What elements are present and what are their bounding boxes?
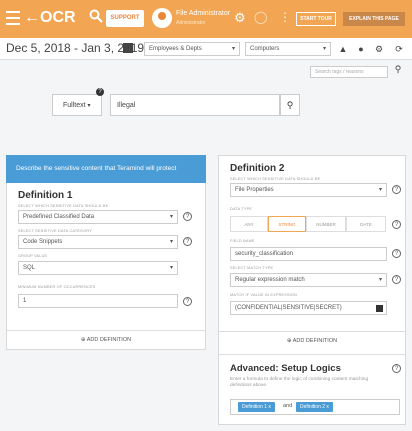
type-label: SELECT WHICH SENSITIVE DATA SHOULD BE: [18, 204, 109, 208]
help-icon[interactable]: ?: [183, 297, 192, 306]
help-icon[interactable]: ?: [392, 220, 401, 229]
threshold-label: MINIMUM NUMBER OF OCCURRENCES: [18, 285, 96, 289]
fulltext-mode-value: Fulltext: [63, 102, 86, 109]
settings-filter-icon[interactable]: ⚙: [373, 42, 385, 56]
help-icon[interactable]: ◯: [254, 10, 267, 24]
support-button[interactable]: SUPPORT: [106, 10, 144, 27]
definition-type-select[interactable]: File Properties ▾: [230, 183, 387, 197]
tab-string[interactable]: STRING: [268, 216, 306, 232]
help-icon[interactable]: ?: [392, 249, 401, 258]
add-definition-button[interactable]: ⊕ ADD DEFINITION: [219, 331, 405, 349]
employees-select[interactable]: Employees & Depts ▾: [144, 42, 240, 56]
gear-icon[interactable]: ⚙: [234, 10, 246, 26]
help-icon[interactable]: ?: [392, 364, 401, 373]
divider: [219, 354, 405, 355]
fulltext-search-input[interactable]: Illegal: [110, 94, 280, 116]
chevron-down-icon: ▾: [231, 46, 235, 52]
definition-type-value: Predefined Classified Data: [23, 214, 95, 220]
definition-1-chip[interactable]: Definition 1 x: [238, 402, 275, 412]
chevron-down-icon: ▾: [169, 265, 173, 271]
filter-icon[interactable]: ▲: [337, 42, 349, 56]
employees-select-value: Employees & Depts: [149, 46, 202, 52]
chevron-down-icon: ▾: [169, 239, 173, 245]
definition-1-title: Definition 1: [18, 190, 73, 201]
tab-date[interactable]: DATE: [346, 216, 386, 232]
category-value: Code Snippets: [23, 239, 63, 245]
refresh-icon[interactable]: ⟳: [393, 42, 405, 56]
start-tour-button[interactable]: START TOUR: [296, 12, 336, 26]
more-options-icon[interactable]: ⋮: [279, 10, 291, 24]
description-banner: Describe the sensitive content that Tera…: [6, 155, 206, 183]
expand-icon[interactable]: [376, 305, 383, 312]
category-label: SELECT SENSITIVE DATA CATEGORY: [18, 229, 93, 233]
expression-input[interactable]: (CONFIDENTIAL|SENSITIVE|SECRET): [230, 301, 387, 315]
help-icon[interactable]: ?: [183, 212, 192, 221]
logic-operator: and: [283, 403, 293, 409]
expression-label: MATCH IF VALUE IN EXPRESSION: [230, 293, 298, 297]
tag-search-icon[interactable]: ⚲: [391, 64, 405, 78]
avatar[interactable]: [152, 8, 172, 28]
help-icon[interactable]: ?: [183, 237, 192, 246]
definition-type-value: File Properties: [235, 187, 274, 193]
explain-page-button[interactable]: EXPLAIN THIS PAGE: [343, 12, 405, 26]
category-select[interactable]: Code Snippets ▾: [18, 235, 178, 249]
calendar-icon[interactable]: [123, 43, 133, 53]
hamburger-menu-icon[interactable]: [6, 11, 20, 25]
chevron-down-icon: ▾: [378, 187, 382, 193]
tab-number[interactable]: NUMBER: [306, 216, 346, 232]
help-icon[interactable]: ?: [392, 275, 401, 284]
chevron-down-icon: ▾: [322, 46, 326, 52]
match-type-label: SELECT MATCH TYPE: [230, 266, 274, 270]
definition-type-select[interactable]: Predefined Classified Data ▾: [18, 210, 178, 224]
tag-search-input[interactable]: Search tags / reasons: [310, 66, 388, 78]
threshold-input[interactable]: 1: [18, 294, 178, 308]
group-value: SQL: [23, 265, 36, 271]
back-arrow-icon[interactable]: ←: [24, 9, 40, 27]
match-type-value: Regular expression match: [235, 277, 305, 283]
chevron-down-icon: ▾: [87, 103, 91, 109]
data-type-label: DATA TYPE: [230, 207, 253, 211]
setup-logics-title: Advanced: Setup Logics: [230, 363, 341, 374]
definition-2-title: Definition 2: [230, 163, 285, 174]
add-definition-button[interactable]: ⊕ ADD DEFINITION: [7, 330, 205, 348]
computers-select[interactable]: Computers ▾: [245, 42, 331, 56]
add-definition-label: ADD DEFINITION: [86, 337, 132, 343]
user-role: Administrator: [176, 20, 206, 26]
field-name-input[interactable]: security_classification: [230, 247, 387, 261]
search-button[interactable]: ⚲: [280, 94, 300, 116]
data-type-tabs: ANY STRING NUMBER DATE: [226, 216, 388, 232]
match-type-select[interactable]: Regular expression match ▾: [230, 273, 387, 287]
chevron-down-icon: ▾: [169, 214, 173, 220]
user-name[interactable]: File Administrator: [176, 10, 230, 17]
definition-1-card: [6, 155, 206, 350]
expression-value: (CONFIDENTIAL|SENSITIVE|SECRET): [235, 305, 342, 311]
fulltext-mode-select[interactable]: Fulltext ▾: [52, 94, 102, 116]
user-filter-icon[interactable]: ●: [355, 42, 367, 56]
add-definition-label: ADD DEFINITION: [292, 338, 338, 344]
help-icon[interactable]: ?: [96, 88, 104, 96]
computers-select-value: Computers: [250, 46, 280, 52]
page-title: OCR: [40, 9, 76, 26]
definition-2-chip[interactable]: Definition 2 x: [296, 402, 333, 412]
group-label: GROUP VALUE: [18, 254, 48, 258]
type-label: SELECT WHICH SENSITIVE DATA SHOULD BE: [230, 177, 321, 181]
chevron-down-icon: ▾: [378, 277, 382, 283]
tab-any[interactable]: ANY: [230, 216, 268, 232]
search-icon[interactable]: [89, 9, 103, 23]
field-name-label: FIELD NAME: [230, 239, 255, 243]
group-select[interactable]: SQL ▾: [18, 261, 178, 275]
help-icon[interactable]: ?: [392, 185, 401, 194]
setup-logics-help: Enter a formula to define the logic of c…: [230, 377, 369, 388]
